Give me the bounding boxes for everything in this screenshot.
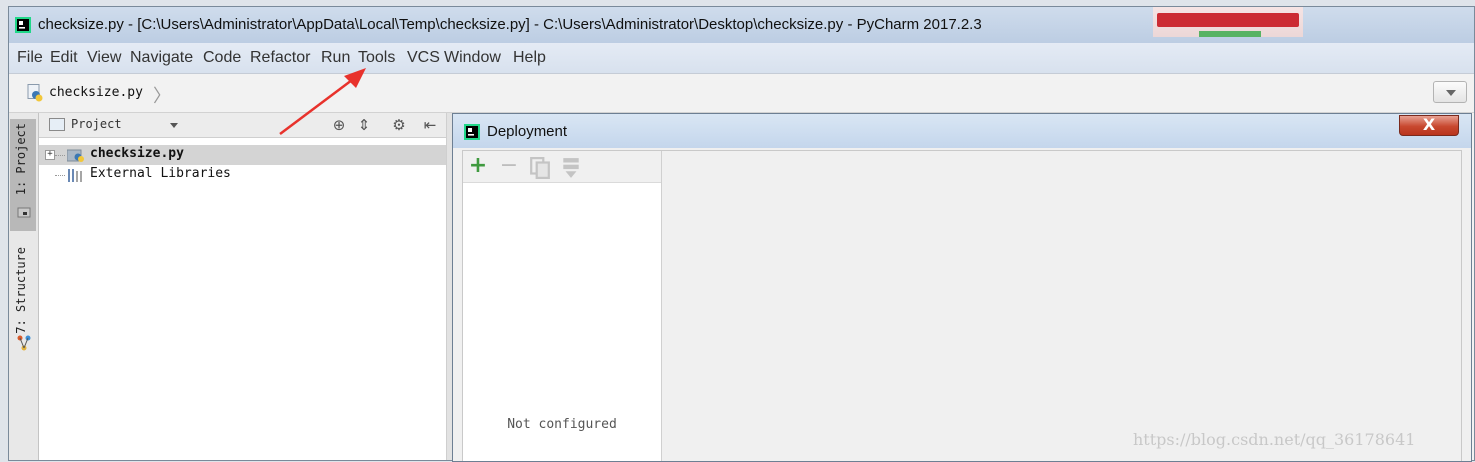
not-configured-label: Not configured (507, 417, 617, 432)
watermark-text: https://blog.csdn.net/qq_36178641 (1133, 430, 1416, 449)
deployment-dialog: Deployment X + − Not configured (452, 113, 1472, 462)
title-bar: checksize.py - [C:\Users\Administrator\A… (9, 7, 1474, 43)
menu-bar: File Edit View Navigate Code Refactor Ru… (9, 43, 1474, 74)
server-settings-pane (662, 151, 1461, 461)
tree-item-checksize[interactable]: + checksize.py (39, 145, 446, 165)
dialog-body: + − Not configured (462, 150, 1462, 461)
menu-window[interactable]: Window (444, 49, 501, 67)
menu-tools[interactable]: Tools (358, 49, 395, 67)
navigation-bar: checksize.py 〉 (9, 74, 1474, 113)
copy-icon[interactable] (529, 157, 551, 179)
gear-icon[interactable]: ⚙ (389, 115, 409, 135)
use-as-default-icon[interactable] (560, 157, 582, 179)
collapse-all-icon[interactable]: ⇕ (354, 115, 374, 135)
tree-item-label: checksize.py (90, 146, 184, 161)
menu-view[interactable]: View (87, 49, 121, 67)
tree-item-label: External Libraries (90, 166, 231, 181)
pycharm-window: checksize.py - [C:\Users\Administrator\A… (8, 6, 1475, 462)
add-icon[interactable]: + (467, 155, 489, 177)
menu-run[interactable]: Run (321, 49, 350, 67)
project-folder-icon (17, 207, 31, 218)
menu-help[interactable]: Help (513, 49, 546, 67)
banner-red-strip (1157, 13, 1299, 27)
tree-connector (55, 175, 65, 176)
project-tool-tab[interactable]: 1: Project (14, 123, 28, 195)
menu-edit[interactable]: Edit (50, 49, 78, 67)
tree-connector (55, 155, 65, 156)
project-panel: Project ⊕ ⇕ ⚙ ⇤ + checksize.py External … (39, 113, 446, 460)
banner-green-strip (1199, 31, 1261, 37)
pycharm-app-icon (15, 17, 31, 33)
left-tool-strip: 1: Project 7: Structure (9, 113, 39, 460)
structure-icon (17, 335, 31, 351)
window-title: checksize.py - [C:\Users\Administrator\A… (38, 16, 982, 33)
pycharm-dialog-icon (464, 124, 480, 140)
menu-vcs[interactable]: VCS (407, 49, 440, 67)
project-panel-title[interactable]: Project (71, 117, 122, 131)
project-view-icon (49, 118, 65, 131)
expand-toggle-icon[interactable]: + (45, 150, 55, 160)
project-panel-header: Project ⊕ ⇕ ⚙ ⇤ (39, 113, 446, 138)
menu-refactor[interactable]: Refactor (250, 49, 310, 67)
menu-code[interactable]: Code (203, 49, 241, 67)
breadcrumb-chevron-icon: 〉 (153, 86, 171, 107)
library-icon (68, 169, 82, 182)
structure-tool-tab[interactable]: 7: Structure (14, 247, 28, 334)
close-button[interactable]: X (1399, 115, 1459, 136)
menu-file[interactable]: File (17, 49, 43, 67)
server-list-toolbar: + − (463, 151, 661, 183)
locate-file-icon[interactable]: ⊕ (329, 115, 349, 135)
navbar-dropdown-button[interactable] (1433, 81, 1467, 103)
menu-navigate[interactable]: Navigate (130, 49, 193, 67)
python-file-icon (27, 84, 43, 102)
dialog-title-bar: Deployment X (453, 114, 1471, 148)
project-view-dropdown-icon[interactable] (170, 123, 178, 128)
server-list-pane: + − Not configured (463, 151, 662, 461)
breadcrumb-file-label: checksize.py (49, 85, 143, 100)
dialog-title: Deployment (487, 123, 568, 140)
hide-panel-icon[interactable]: ⇤ (420, 115, 440, 135)
remove-icon[interactable]: − (498, 155, 520, 177)
project-folder-python-icon (67, 149, 84, 162)
background-banner-image (1153, 7, 1303, 37)
tree-item-external-libraries[interactable]: External Libraries (39, 165, 446, 185)
